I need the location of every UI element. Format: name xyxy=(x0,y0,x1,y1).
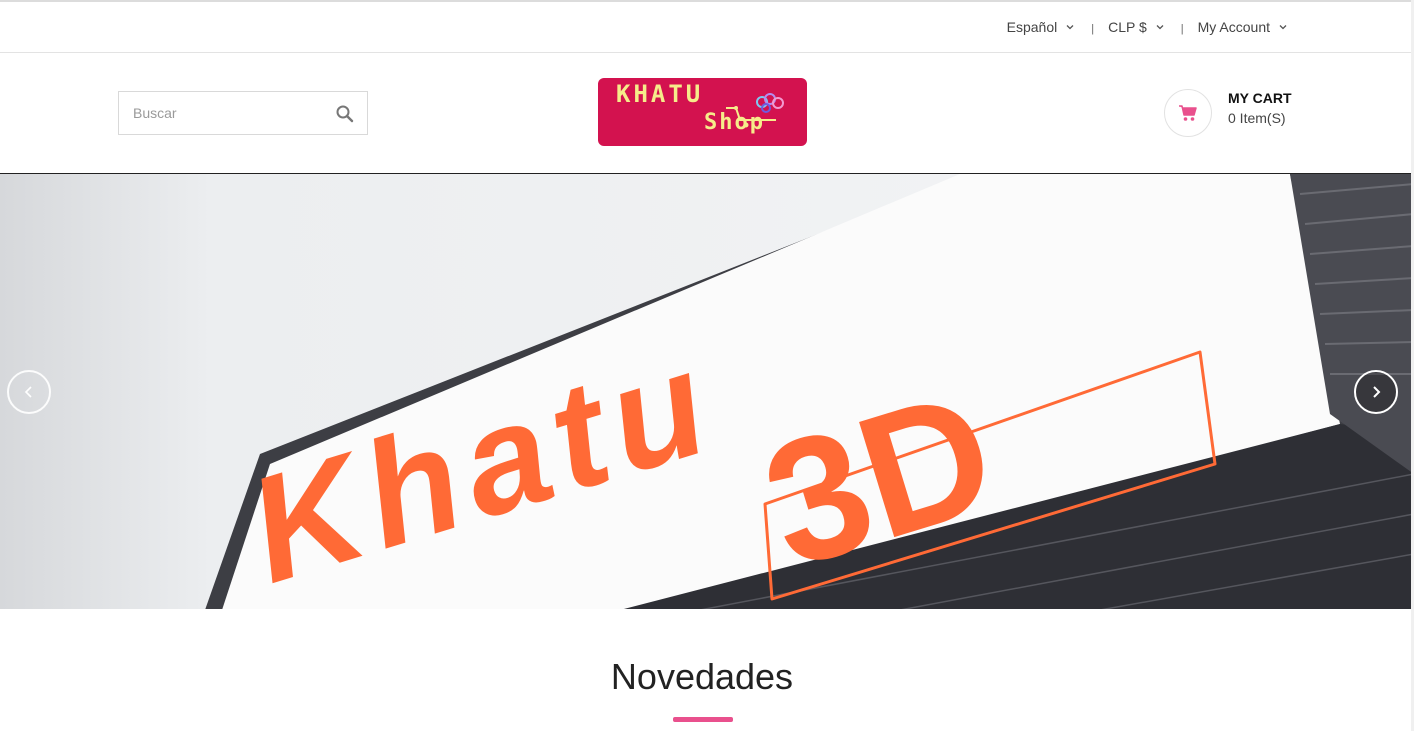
section-title-underline xyxy=(673,717,733,722)
slider-prev-button[interactable] xyxy=(7,370,51,414)
currency-label: CLP $ xyxy=(1108,19,1147,35)
search-icon[interactable] xyxy=(335,104,355,124)
hero-slide-image: Khatu 3D xyxy=(0,174,1414,609)
slider-next-button[interactable] xyxy=(1354,370,1398,414)
my-account-label: My Account xyxy=(1197,19,1270,35)
site-logo[interactable]: KHATU Shop xyxy=(598,78,807,146)
chevron-left-icon xyxy=(24,386,32,398)
top-bar-menu: Español | CLP $ | My Account xyxy=(1007,19,1288,35)
chevron-down-icon xyxy=(1156,25,1164,30)
hero-slider: Khatu 3D xyxy=(0,173,1414,609)
chevron-right-icon xyxy=(1373,386,1381,398)
top-bar: Español | CLP $ | My Account xyxy=(0,0,1414,53)
chevron-down-icon xyxy=(1279,25,1287,30)
separator: | xyxy=(1180,23,1184,35)
my-account-menu[interactable]: My Account xyxy=(1198,19,1288,35)
chevron-down-icon xyxy=(1066,25,1074,30)
currency-selector[interactable]: CLP $ xyxy=(1108,19,1165,35)
section-title-novedades: Novedades xyxy=(610,656,794,697)
shopping-cart-icon xyxy=(1179,105,1197,121)
cart-title[interactable]: MY CART xyxy=(1228,90,1292,106)
language-label: Español xyxy=(1006,19,1058,35)
cart-item-count[interactable]: 0 Item(S) xyxy=(1228,110,1286,126)
logo-text-khatu: KHATU xyxy=(616,80,704,108)
search-box xyxy=(118,91,368,135)
cart-button[interactable] xyxy=(1164,89,1212,137)
logo-cart-icon xyxy=(726,93,784,128)
site-header: KHATU Shop MY CART 0 Item(S) xyxy=(0,53,1414,173)
separator: | xyxy=(1091,23,1095,35)
search-input[interactable] xyxy=(119,92,329,134)
language-selector[interactable]: Español xyxy=(1007,19,1076,35)
